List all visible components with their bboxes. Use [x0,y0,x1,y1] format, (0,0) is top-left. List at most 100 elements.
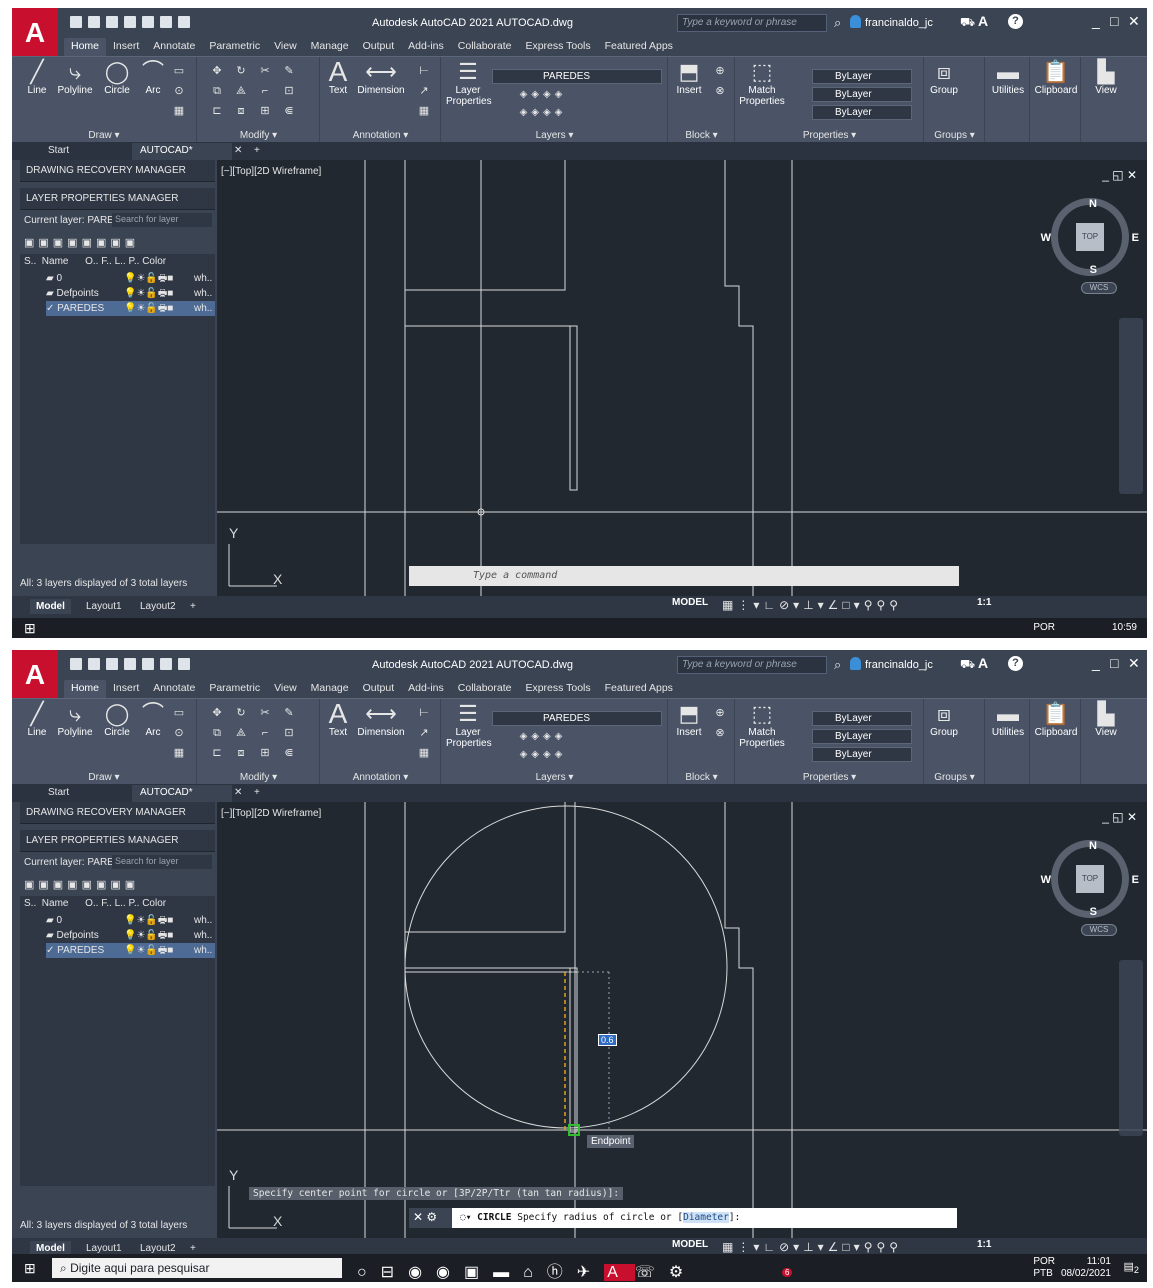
layer-state-icon[interactable]: 💡☀🔓🖶■ [124,928,173,943]
layer-row[interactable]: ▰ Defpoints 💡☀🔓🖶■ wh.. [46,928,215,943]
rectangle-icon[interactable]: ▭ [172,707,186,719]
clock[interactable]: 11:01 08/02/2021 [1061,1256,1111,1280]
groups-panel-title[interactable]: Groups ▾ [925,130,984,141]
arc-tool[interactable]: ⌒ Arc [138,701,168,738]
utilities-button[interactable]: ▬ Utilities [988,701,1028,738]
layer-tools-2-icon[interactable]: ◈◈◈◈ [498,107,588,119]
properties-panel-title[interactable]: Properties ▾ [736,130,923,141]
edit-block-icon[interactable]: ⊗ [713,85,727,97]
tab-output[interactable]: Output [356,38,402,56]
tab-model[interactable]: Model [30,599,71,614]
layer-manager-header[interactable]: LAYER PROPERTIES MANAGER [20,188,215,210]
drawing-tab[interactable]: AUTOCAD* [132,785,232,802]
viewport-window-controls[interactable]: _ ◱ ✕ [1102,168,1137,182]
user-icon[interactable] [850,657,861,670]
insert-button[interactable]: ⬒ Insert [671,701,707,738]
annotation-panel-title[interactable]: Annotation ▾ [321,772,440,783]
dimension-tool[interactable]: ⟷ Dimension [353,701,409,738]
save-as-icon[interactable] [124,658,136,670]
layer-properties-button[interactable]: ☰ Layer Properties [446,59,492,107]
open-icon[interactable] [88,16,100,28]
tab-manage[interactable]: Manage [304,38,356,56]
language-indicator[interactable]: POR [1033,622,1055,634]
close-button[interactable]: ✕ [1128,13,1140,30]
color-dropdown[interactable]: ByLayer [812,69,912,84]
layer-row[interactable]: ▰ 0 💡☀🔓🖶■ wh.. [46,271,215,286]
groups-panel-title[interactable]: Groups ▾ [925,772,984,783]
compass-south[interactable]: S [1090,906,1097,918]
compass-west[interactable]: W [1041,232,1051,244]
redo-icon[interactable] [178,658,190,670]
layer-row-selected[interactable]: ✓ PAREDES 💡☀🔓🖶■ wh.. [46,943,215,958]
maximize-button[interactable]: □ [1110,655,1118,671]
new-icon[interactable] [70,16,82,28]
help-search-input[interactable]: Type a keyword or phrase [677,656,827,674]
mirror-icon[interactable]: ⟁ [234,727,248,739]
drawing-tab[interactable]: AUTOCAD* [132,143,232,160]
tab-add-ins[interactable]: Add-ins [401,38,451,56]
compass-east[interactable]: E [1132,874,1139,886]
explode-icon[interactable]: ⊡ [282,727,296,739]
layer-state-icon[interactable]: 💡☀🔓🖶■ [124,943,173,958]
layers-panel-title[interactable]: Layers ▾ [442,130,667,141]
tab-layout1[interactable]: Layout1 [80,599,128,614]
draw-panel-title[interactable]: Draw ▾ [12,130,196,141]
annotation-scale[interactable]: 1:1 [977,1239,991,1250]
layer-tools-icon[interactable]: ◈◈◈◈ [498,731,588,743]
block-panel-title[interactable]: Block ▾ [669,772,734,783]
wcs-menu[interactable]: WCS [1081,282,1117,294]
copy-icon[interactable]: ⧉ [210,85,224,97]
polyline-tool[interactable]: ⤷ Polyline [52,701,98,738]
group-button[interactable]: ⧈ Group [929,59,959,96]
viewport-controls[interactable]: [−][Top][2D Wireframe] [221,808,321,819]
dimension-tool[interactable]: ⟷ Dimension [353,59,409,96]
user-icon[interactable] [850,15,861,28]
tab-home[interactable]: Home [64,38,107,56]
linear-dim-icon[interactable]: ⊢ [417,707,431,719]
block-panel-title[interactable]: Block ▾ [669,130,734,141]
minimize-button[interactable]: _ [1092,13,1100,29]
rotate-icon[interactable]: ↻ [234,707,248,719]
lineweight-dropdown[interactable]: ByLayer [812,729,912,744]
fillet-icon[interactable]: ⌐ [258,85,272,97]
drawing-canvas[interactable]: Y X [−][Top][2D Wireframe] _ ◱ ✕ TOP N S… [217,160,1147,596]
linear-dim-icon[interactable]: ⊢ [417,65,431,77]
tab-annotate[interactable]: Annotate [146,38,202,56]
autocad-logo[interactable]: A [12,8,58,58]
layer-row[interactable]: ▰ 0 💡☀🔓🖶■ wh.. [46,913,215,928]
undo-icon[interactable] [160,658,172,670]
layer-state-icon[interactable]: 💡☀🔓🖶■ [124,271,173,286]
layer-search-input[interactable]: Search for layer [112,855,212,869]
status-toggle-icons[interactable]: ▦⋮▾∟⊘▾⊥▾∠□▾⚲⚲⚲ [722,598,902,612]
arc-tool[interactable]: ⌒ Arc [138,59,168,96]
utilities-button[interactable]: ▬ Utilities [988,59,1028,96]
rectangle-icon[interactable]: ▭ [172,65,186,77]
layer-tools-2-icon[interactable]: ◈◈◈◈ [498,749,588,761]
ellipse-icon[interactable]: ⊙ [172,727,186,739]
autocad-task-icon[interactable]: A [604,1264,635,1281]
viewcube-top-face[interactable]: TOP [1076,865,1104,893]
group-button[interactable]: ⧈ Group [929,701,959,738]
view-button[interactable]: ▙ View [1086,59,1126,96]
cart-icon[interactable]: ⛟ [960,657,975,673]
compass-east[interactable]: E [1132,232,1139,244]
hatch-icon[interactable]: ▦ [172,105,186,117]
layer-manager-header[interactable]: LAYER PROPERTIES MANAGER [20,830,215,852]
tab-view[interactable]: View [267,38,304,56]
circle-tool[interactable]: ◯ Circle [100,701,134,738]
start-tab[interactable]: Start [40,785,77,802]
taskbar-search-input[interactable]: ⌕ Digite aqui para pesquisar [52,1258,342,1278]
plot-icon[interactable] [142,16,154,28]
layers-panel-title[interactable]: Layers ▾ [442,772,667,783]
navigation-bar[interactable] [1119,318,1143,494]
linetype-dropdown[interactable]: ByLayer [812,747,912,762]
plot-icon[interactable] [142,658,154,670]
trim-icon[interactable]: ✂ [258,707,272,719]
tab-featured-apps[interactable]: Featured Apps [598,38,680,56]
layer-toolbar-icon[interactable]: ▣▣▣▣▣▣▣▣ [24,236,139,249]
recovery-manager-header[interactable]: DRAWING RECOVERY MANAGER [20,160,215,182]
draw-panel-title[interactable]: Draw ▾ [12,772,196,783]
layer-dropdown[interactable]: PAREDES [492,69,662,84]
save-as-icon[interactable] [124,16,136,28]
layer-row-selected[interactable]: ✓ PAREDES 💡☀🔓🖶■ wh.. [46,301,215,316]
